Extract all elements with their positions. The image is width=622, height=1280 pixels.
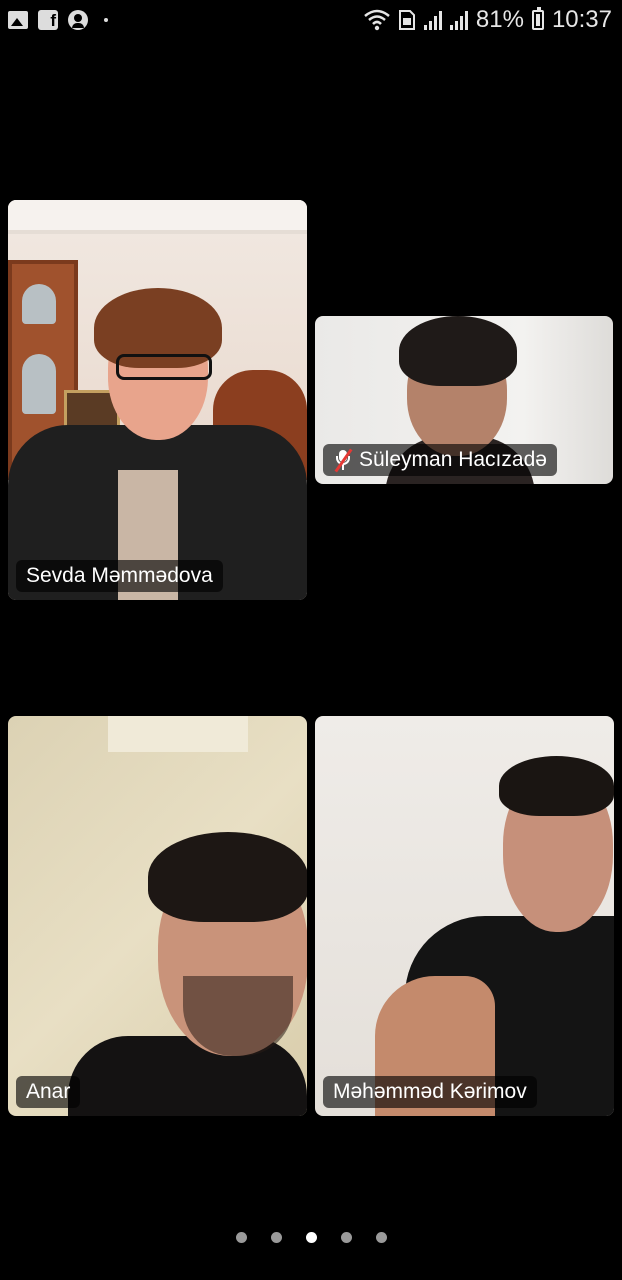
battery-icon: [531, 7, 544, 30]
page-dot[interactable]: [235, 1232, 247, 1243]
page-indicator: [0, 1232, 622, 1243]
clock: 10:37: [551, 6, 612, 33]
sim-icon: [398, 10, 415, 30]
video-tile[interactable]: Anar: [8, 716, 307, 1116]
page-dot-active[interactable]: [305, 1232, 317, 1243]
wifi-icon: [364, 9, 390, 31]
participant-name-tag: Anar: [16, 1076, 81, 1108]
gallery-icon: [8, 11, 28, 29]
participant-name: Anar: [26, 1080, 71, 1103]
page-dot[interactable]: [375, 1232, 387, 1243]
dot-icon: [104, 18, 108, 22]
participant-name: Süleyman Hacızadə: [359, 448, 547, 471]
facebook-icon: f: [38, 10, 58, 30]
video-tile[interactable]: Məhəmməd Kərimov: [315, 716, 614, 1116]
mic-muted-icon: [333, 448, 353, 473]
participant-name: Sevda Məmmədova: [26, 564, 213, 587]
participant-name: Məhəmməd Kərimov: [333, 1080, 527, 1103]
page-dot[interactable]: [340, 1232, 352, 1243]
status-bar: f 81% 10:37: [0, 0, 622, 44]
video-tile[interactable]: Süleyman Hacızadə: [315, 316, 613, 484]
participant-name-tag: Məhəmməd Kərimov: [323, 1076, 537, 1108]
signal-icon: [449, 10, 468, 30]
video-tile[interactable]: Sevda Məmmədova: [8, 200, 307, 600]
battery-percent: 81%: [475, 6, 524, 33]
participant-name-tag: Süleyman Hacızadə: [323, 444, 557, 476]
page-dot[interactable]: [270, 1232, 282, 1243]
signal-icon: [423, 10, 442, 30]
participant-name-tag: Sevda Məmmədova: [16, 560, 223, 592]
user-icon: [68, 10, 88, 30]
